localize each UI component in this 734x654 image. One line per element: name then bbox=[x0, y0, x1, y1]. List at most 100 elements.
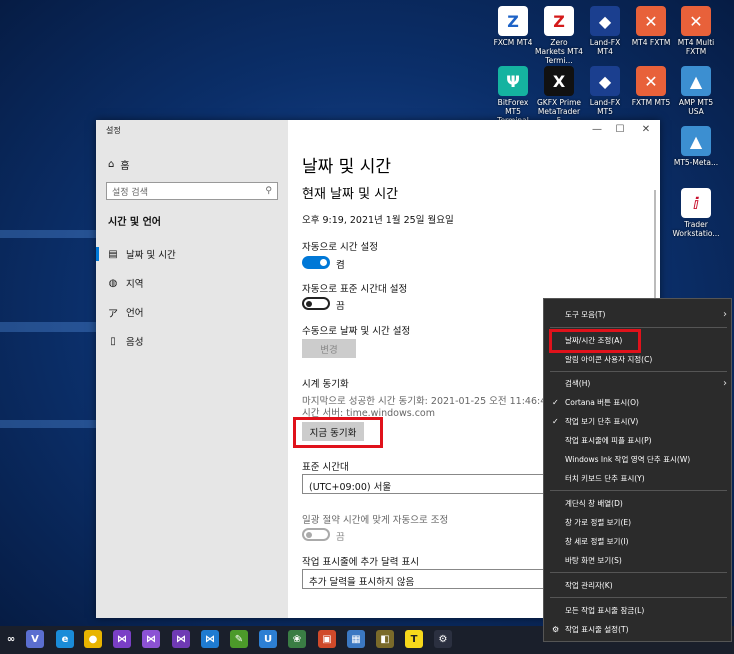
app-u-icon[interactable]: U bbox=[259, 630, 277, 648]
desktop-icon-land-fx-mt5[interactable]: ◆ Land-FX MT5 bbox=[581, 66, 629, 116]
zero-markets-mt4-icon: Z bbox=[544, 6, 574, 36]
dst-toggle[interactable] bbox=[302, 528, 330, 541]
manual-datetime-label: 수동으로 날짜 및 시간 설정 bbox=[302, 326, 411, 337]
chevron-right-icon: › bbox=[723, 308, 727, 320]
auto-timezone-toggle[interactable] bbox=[302, 297, 330, 310]
settings-search-input[interactable]: 설정 검색 ⚲ bbox=[106, 182, 278, 200]
menu-item-toolbars[interactable]: 도구 모음(T) › bbox=[544, 305, 733, 323]
calendar-icon: ▤ bbox=[108, 248, 118, 260]
taskbar-context-menu: 도구 모음(T) › 날짜/시간 조정(A) 알림 아이콘 사용자 지정(C) … bbox=[543, 298, 732, 642]
dst-state: 끔 bbox=[336, 532, 345, 543]
desktop-icon-amp-mt5[interactable]: ▲ AMP MT5 USA bbox=[672, 66, 720, 116]
menu-separator bbox=[550, 597, 727, 598]
home-icon: ⌂ bbox=[108, 159, 115, 170]
desktop-icon-fxcm-mt4[interactable]: Z FXCM MT4 bbox=[489, 6, 537, 47]
menu-item-side-by-side[interactable]: 창 세로 정렬 보기(I) bbox=[544, 532, 733, 550]
land-fx-mt4-icon: ◆ bbox=[590, 6, 620, 36]
dst-label: 일광 절약 시간에 맞게 자동으로 조정 bbox=[302, 515, 449, 526]
menu-item-search[interactable]: 검색(H) › bbox=[544, 374, 733, 392]
menu-separator bbox=[550, 327, 727, 328]
auto-time-toggle[interactable] bbox=[302, 256, 330, 269]
bitforex-mt5-icon: Ψ bbox=[498, 66, 528, 96]
microphone-icon: ▯ bbox=[110, 335, 116, 347]
menu-item-cascade[interactable]: 계단식 창 배열(D) bbox=[544, 494, 733, 512]
sidebar-item-speech[interactable]: ▯ 음성 bbox=[96, 331, 288, 351]
fxcm-mt4-icon: Z bbox=[498, 6, 528, 36]
presentation-icon[interactable]: ▣ bbox=[318, 630, 336, 648]
desktop-icon-gkfx[interactable]: X GKFX Prime MetaTrader 5 bbox=[535, 66, 583, 125]
section-title: 현재 날짜 및 시간 bbox=[302, 187, 399, 202]
menu-separator bbox=[550, 371, 727, 372]
change-button[interactable]: 변경 bbox=[302, 339, 356, 358]
timezone-dropdown[interactable]: (UTC+09:00) 서울 bbox=[302, 474, 562, 494]
sidebar-item-language[interactable]: ア 언어 bbox=[96, 302, 288, 322]
sidebar-home[interactable]: ⌂ 홈 bbox=[108, 157, 130, 172]
visual-studio-icon[interactable]: ⋈ bbox=[113, 630, 131, 648]
gkfx-prime-mt5-icon: X bbox=[544, 66, 574, 96]
land-fx-mt5-icon: ◆ bbox=[590, 66, 620, 96]
checkmark-icon: ✓ bbox=[552, 416, 559, 426]
menu-item-people[interactable]: 작업 표시줄에 피플 표시(P) bbox=[544, 431, 733, 449]
menu-separator bbox=[550, 490, 727, 491]
sidebar-item-date-time[interactable]: ▤ 날짜 및 시간 bbox=[96, 244, 288, 264]
notepad-plus-icon[interactable]: ✎ bbox=[230, 630, 248, 648]
paint-icon[interactable]: ❀ bbox=[288, 630, 306, 648]
auto-timezone-state: 끔 bbox=[336, 301, 345, 312]
mt4-multi-fxtm-icon: ✕ bbox=[681, 6, 711, 36]
menu-item-task-manager[interactable]: 작업 관리자(K) bbox=[544, 576, 733, 594]
menu-item-taskbar-settings[interactable]: ⚙ 작업 표시줄 설정(T) bbox=[544, 620, 733, 638]
desktop-icon-trader-workstation[interactable]: ⅈ Trader Workstatio... bbox=[672, 188, 720, 238]
vscode-blue-icon[interactable]: ⋈ bbox=[201, 630, 219, 648]
desktop-icon-mt4-fxtm[interactable]: ✕ MT4 FXTM bbox=[627, 6, 675, 47]
chevron-right-icon: › bbox=[723, 377, 727, 389]
menu-item-touch-keyboard[interactable]: 터치 키보드 단추 표시(Y) bbox=[544, 469, 733, 487]
menu-item-show-desktop[interactable]: 바탕 화면 보기(S) bbox=[544, 551, 733, 569]
trader-workstation-icon: ⅈ bbox=[681, 188, 711, 218]
window-title: 설정 bbox=[106, 126, 121, 135]
settings-gear-icon[interactable]: ⚙ bbox=[434, 630, 452, 648]
desktop-icon-mt5-meta[interactable]: ▲ MT5-Meta... bbox=[672, 126, 720, 167]
wallpaper-beam bbox=[0, 420, 100, 428]
edge-browser-icon[interactable]: e bbox=[56, 630, 74, 648]
amp-mt5-usa-icon: ▲ bbox=[681, 66, 711, 96]
desktop-icon-land-fx-mt4[interactable]: ◆ Land-FX MT4 bbox=[581, 6, 629, 56]
additional-calendar-dropdown[interactable]: 추가 달력을 표시하지 않음 bbox=[302, 569, 562, 589]
wallpaper-beam bbox=[0, 322, 100, 332]
menu-item-lock-taskbar[interactable]: 모든 작업 표시줄 잠금(L) bbox=[544, 601, 733, 619]
kakaotalk-icon[interactable]: T bbox=[405, 630, 423, 648]
desktop-icon-zero-markets[interactable]: Z Zero Markets MT4 Termi... bbox=[535, 6, 583, 65]
gear-icon: ⚙ bbox=[552, 624, 560, 634]
page-title: 날짜 및 시간 bbox=[302, 157, 392, 177]
infinity-app-icon[interactable]: ∞ bbox=[2, 630, 20, 648]
menu-separator bbox=[550, 572, 727, 573]
mt4-fxtm-icon: ✕ bbox=[636, 6, 666, 36]
search-icon: ⚲ bbox=[265, 186, 272, 196]
mt5-meta-icon: ▲ bbox=[681, 126, 711, 156]
visual-studio-code-icon[interactable]: V bbox=[26, 630, 44, 648]
menu-item-stacked[interactable]: 창 가로 정렬 보기(E) bbox=[544, 513, 733, 531]
language-icon: ア bbox=[108, 308, 118, 320]
menu-item-cortana[interactable]: ✓ Cortana 버튼 표시(O) bbox=[544, 393, 733, 411]
menu-item-windows-ink[interactable]: Windows Ink 작업 영역 단추 표시(W) bbox=[544, 450, 733, 468]
calculator-icon[interactable]: ▦ bbox=[347, 630, 365, 648]
checkmark-icon: ✓ bbox=[552, 397, 559, 407]
menu-item-customize-notification[interactable]: 알림 아이콘 사용자 지정(C) bbox=[544, 350, 733, 368]
sidebar-section-title: 시간 및 언어 bbox=[108, 217, 161, 228]
auto-time-label: 자동으로 시간 설정 bbox=[302, 242, 378, 253]
visual-studio-3-icon[interactable]: ⋈ bbox=[172, 630, 190, 648]
auto-time-state: 켬 bbox=[336, 260, 345, 271]
photo-app-icon[interactable]: ◧ bbox=[376, 630, 394, 648]
timezone-label: 표준 시간대 bbox=[302, 462, 349, 473]
highlight-box bbox=[293, 417, 383, 448]
desktop-icon-fxtm-mt5[interactable]: ✕ FXTM MT5 bbox=[627, 66, 675, 107]
sync-heading: 시계 동기화 bbox=[302, 379, 349, 390]
desktop-icon-mt4-multi-fxtm[interactable]: ✕ MT4 Multi FXTM bbox=[672, 6, 720, 56]
menu-item-task-view[interactable]: ✓ 작업 보기 단추 표시(V) bbox=[544, 412, 733, 430]
sidebar-item-region[interactable]: ◍ 지역 bbox=[96, 273, 288, 293]
desktop-icon-bitforex[interactable]: Ψ BitForex MT5 Terminal bbox=[489, 66, 537, 125]
visual-studio-2-icon[interactable]: ⋈ bbox=[142, 630, 160, 648]
fxtm-mt5-icon: ✕ bbox=[636, 66, 666, 96]
chrome-browser-icon[interactable]: ● bbox=[84, 630, 102, 648]
current-datetime: 오후 9:19, 2021년 1월 25일 월요일 bbox=[302, 215, 454, 226]
settings-sidebar: ⌂ 홈 설정 검색 ⚲ 시간 및 언어 ▤ 날짜 및 시간 ◍ 지역 ア 언어 … bbox=[96, 120, 288, 618]
